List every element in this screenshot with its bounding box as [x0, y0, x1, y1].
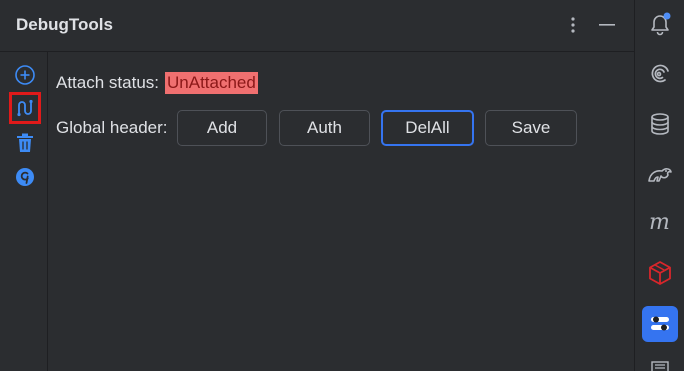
- tool-window-title: DebugTools: [16, 15, 113, 34]
- swirl-icon: [651, 64, 669, 83]
- minimize-button[interactable]: [593, 10, 621, 40]
- left-toolbar: [0, 52, 48, 371]
- global-header-label: Global header:: [56, 118, 168, 137]
- debugtools-icon: [651, 316, 669, 331]
- swirl-button[interactable]: [642, 56, 678, 92]
- document-icon: [651, 361, 669, 371]
- debugtools-toolwindow-button[interactable]: [642, 306, 678, 342]
- debugtools-panel: DebugTools Attach status: UnAttached Glo…: [0, 0, 634, 371]
- more-options-icon: [571, 17, 575, 33]
- attach-button[interactable]: [9, 92, 41, 124]
- auth-button[interactable]: Auth: [279, 110, 370, 146]
- gradle-icon: [648, 168, 672, 182]
- main-content: Attach status: UnAttached Global header:…: [48, 52, 634, 371]
- notifications-icon: [651, 12, 671, 36]
- attach-status-row: Attach status: UnAttached: [56, 72, 258, 94]
- gradle-button[interactable]: [642, 156, 678, 192]
- delete-button[interactable]: [9, 127, 41, 159]
- more-options-button[interactable]: [559, 10, 587, 40]
- cube-button[interactable]: [642, 255, 678, 291]
- delall-button[interactable]: DelAll: [381, 110, 474, 146]
- tool-window-header: DebugTools: [0, 0, 634, 52]
- database-button[interactable]: [642, 106, 678, 142]
- add-button[interactable]: [9, 59, 41, 91]
- cube-icon: [649, 261, 671, 285]
- right-tool-strip: m: [634, 0, 684, 371]
- groovy-button[interactable]: [9, 161, 41, 193]
- notifications-button[interactable]: [642, 6, 678, 42]
- maven-button[interactable]: m: [642, 205, 678, 241]
- groovy-icon: [16, 168, 34, 186]
- status-badge: UnAttached: [165, 72, 258, 94]
- attach-icon: [17, 99, 33, 117]
- minimize-icon: [599, 24, 615, 26]
- attach-status-label: Attach status:: [56, 73, 159, 92]
- document-button[interactable]: [642, 356, 678, 371]
- add-header-button[interactable]: Add: [177, 110, 267, 146]
- svg-text:m: m: [649, 212, 670, 234]
- save-button[interactable]: Save: [485, 110, 577, 146]
- database-icon: [651, 113, 669, 135]
- maven-icon: m: [649, 212, 670, 234]
- add-icon: [15, 65, 35, 85]
- trash-icon: [17, 133, 33, 152]
